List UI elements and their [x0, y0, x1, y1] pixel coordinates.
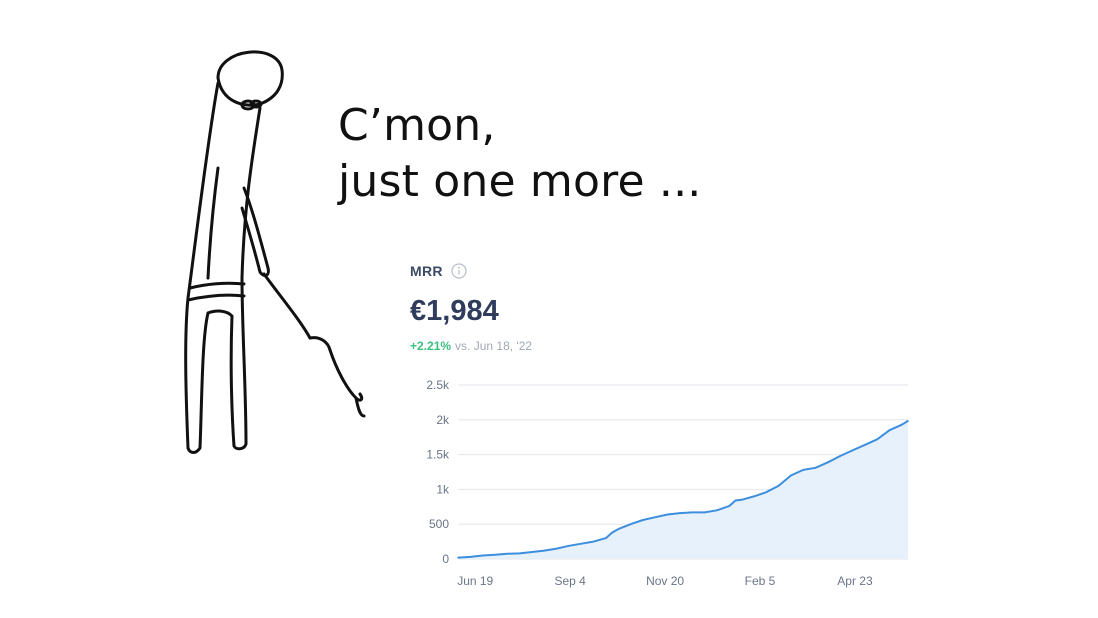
data-point — [864, 444, 866, 446]
data-point — [592, 540, 595, 543]
data-point — [568, 544, 570, 547]
y-tick-label: 500 — [429, 517, 449, 531]
data-point — [617, 528, 620, 530]
x-tick-label: Feb 5 — [745, 574, 776, 588]
data-point — [716, 509, 718, 512]
data-point — [876, 438, 878, 441]
y-tick-label: 2k — [436, 413, 450, 427]
y-tick-label: 1k — [436, 482, 450, 496]
data-point — [518, 552, 521, 555]
metric-header: MRR — [410, 263, 467, 279]
data-point — [802, 469, 805, 471]
metric-title: MRR — [410, 263, 443, 279]
data-point — [611, 531, 613, 534]
data-point — [481, 554, 484, 557]
data-point — [777, 485, 780, 487]
data-point — [753, 495, 755, 498]
data-point — [790, 474, 792, 477]
x-tick-label: Nov 20 — [646, 574, 684, 588]
caption-line-2: just one more ... — [338, 156, 702, 207]
data-point — [901, 423, 903, 426]
data-point — [654, 516, 657, 519]
data-point — [691, 511, 694, 514]
series-area — [458, 420, 908, 559]
x-tick-label: Jun 19 — [457, 574, 493, 588]
mrr-widget: MRR €1,984 +2.21% vs. Jun 18, '22 0 500 1k 1… — [400, 255, 920, 605]
data-point — [605, 537, 607, 539]
metric-value: €1,984 — [410, 295, 499, 327]
data-point — [740, 499, 743, 501]
data-point — [506, 552, 509, 555]
figure-head — [216, 50, 284, 107]
y-tick-label: 2.5k — [426, 378, 450, 392]
data-point — [580, 542, 583, 545]
data-point — [543, 549, 546, 552]
x-tick-label: Apr 23 — [837, 574, 873, 588]
data-point — [629, 523, 632, 525]
data-point — [642, 519, 644, 521]
data-point — [814, 467, 817, 469]
data-point — [907, 420, 909, 422]
data-point — [469, 556, 472, 558]
data-point — [531, 551, 533, 553]
data-point — [888, 429, 891, 432]
data-point — [703, 511, 706, 514]
data-point — [457, 556, 459, 559]
y-tick-label: 1.5k — [426, 448, 450, 462]
meme-caption: C’mon, just one more ... — [338, 98, 701, 210]
x-tick-label: Sep 4 — [554, 574, 586, 588]
data-point — [851, 449, 854, 452]
info-icon[interactable] — [451, 263, 467, 279]
data-point — [765, 491, 768, 493]
data-point — [679, 512, 681, 514]
data-point — [494, 554, 496, 556]
caption-line-1: C’mon, — [338, 100, 496, 151]
metric-change: +2.21% vs. Jun 18, '22 — [410, 339, 532, 353]
data-point — [839, 455, 841, 457]
data-point — [666, 513, 669, 516]
data-point — [827, 461, 829, 464]
change-comparison: vs. Jun 18, '22 — [455, 339, 533, 353]
mrr-chart: 0 500 1k 1.5k 2k 2.5k Jun 19 Sep 4 Nov 20 Feb 5 Ap… — [426, 378, 909, 588]
data-point — [734, 499, 737, 502]
y-tick-label: 0 — [442, 552, 449, 566]
data-point — [728, 505, 731, 507]
change-percent: +2.21% — [410, 339, 452, 353]
data-point — [555, 547, 558, 550]
figure-stick — [262, 272, 312, 340]
